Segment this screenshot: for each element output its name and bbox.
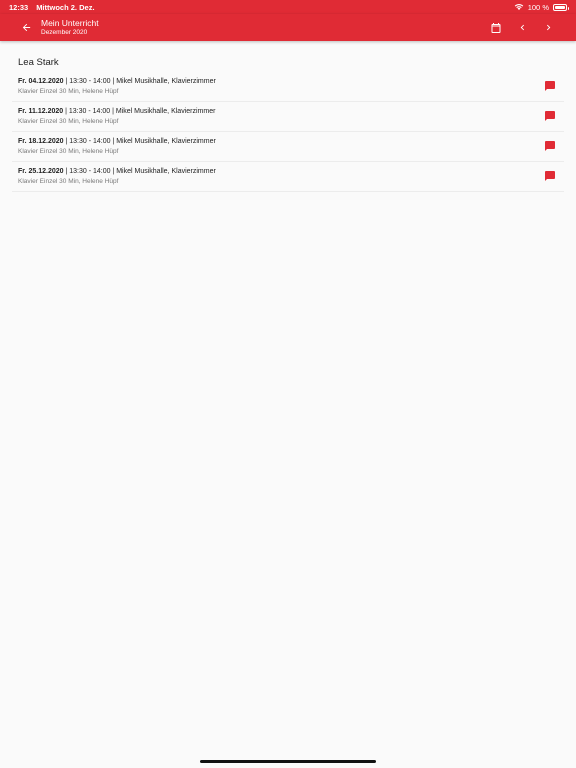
lesson-date: Fr. 04.12.2020: [18, 78, 64, 85]
message-icon[interactable]: [544, 140, 556, 152]
lesson-subtitle: Klavier Einzel 30 Min, Helene Hüpf: [18, 118, 119, 125]
lesson-date: Fr. 18.12.2020: [18, 138, 64, 145]
calendar-button[interactable]: [486, 18, 506, 38]
lesson-item[interactable]: Fr. 04.12.2020 | 13:30 - 14:00 | Mikel M…: [12, 72, 564, 102]
chevron-right-icon: [546, 24, 550, 31]
lesson-details: 13:30 - 14:00 | Mikel Musikhalle, Klavie…: [69, 138, 216, 145]
lesson-date: Fr. 11.12.2020: [18, 108, 64, 115]
lesson-date: Fr. 25.12.2020: [18, 168, 64, 175]
status-time: 12:33: [9, 2, 29, 12]
main-content: Lea Stark Fr. 04.12.2020 | 13:30 - 14:00…: [12, 41, 564, 192]
lesson-item[interactable]: Fr. 18.12.2020 | 13:30 - 14:00 | Mikel M…: [12, 132, 564, 162]
arrow-back-icon: [22, 23, 30, 32]
battery-percent: 100 %: [527, 2, 549, 12]
lesson-subtitle: Klavier Einzel 30 Min, Helene Hüpf: [18, 148, 119, 155]
status-date: Mittwoch 2. Dez.: [36, 2, 95, 12]
app-bar-titles: Mein Unterricht Dezember 2020: [41, 17, 99, 36]
calendar-icon: [491, 22, 501, 33]
lesson-headline: Fr. 25.12.2020 | 13:30 - 14:00 | Mikel M…: [18, 167, 564, 177]
message-icon[interactable]: [544, 80, 556, 92]
status-bar: 12:33 Mittwoch 2. Dez. 100 %: [0, 0, 576, 14]
chevron-left-icon: [520, 24, 524, 31]
lesson-subtitle: Klavier Einzel 30 Min, Helene Hüpf: [18, 178, 119, 185]
back-button[interactable]: [15, 17, 37, 39]
message-icon[interactable]: [544, 110, 556, 122]
home-indicator[interactable]: [200, 760, 376, 763]
page-subtitle: Dezember 2020: [41, 28, 88, 36]
status-right: 100 %: [514, 2, 569, 12]
lesson-item[interactable]: Fr. 25.12.2020 | 13:30 - 14:00 | Mikel M…: [12, 162, 564, 192]
lesson-list: Fr. 04.12.2020 | 13:30 - 14:00 | Mikel M…: [12, 72, 564, 192]
lesson-headline: Fr. 18.12.2020 | 13:30 - 14:00 | Mikel M…: [18, 137, 564, 147]
lesson-headline: Fr. 11.12.2020 | 13:30 - 14:00 | Mikel M…: [18, 107, 564, 117]
app-bar-actions: [486, 18, 558, 38]
lesson-details: 13:30 - 14:00 | Mikel Musikhalle, Klavie…: [69, 168, 216, 175]
lesson-item[interactable]: Fr. 11.12.2020 | 13:30 - 14:00 | Mikel M…: [12, 102, 564, 132]
wifi-icon: [514, 3, 523, 10]
previous-month-button[interactable]: [512, 18, 532, 38]
lesson-subtitle: Klavier Einzel 30 Min, Helene Hüpf: [18, 88, 119, 95]
app-bar: Mein Unterricht Dezember 2020: [0, 14, 576, 41]
battery-icon: [553, 3, 569, 11]
lesson-headline: Fr. 04.12.2020 | 13:30 - 14:00 | Mikel M…: [18, 77, 564, 87]
lesson-details: 13:30 - 14:00 | Mikel Musikhalle, Klavie…: [68, 108, 216, 115]
next-month-button[interactable]: [538, 18, 558, 38]
lesson-details: 13:30 - 14:00 | Mikel Musikhalle, Klavie…: [69, 78, 216, 85]
page-title: Mein Unterricht: [41, 17, 99, 28]
student-name: Lea Stark: [18, 57, 59, 68]
message-icon[interactable]: [544, 170, 556, 182]
